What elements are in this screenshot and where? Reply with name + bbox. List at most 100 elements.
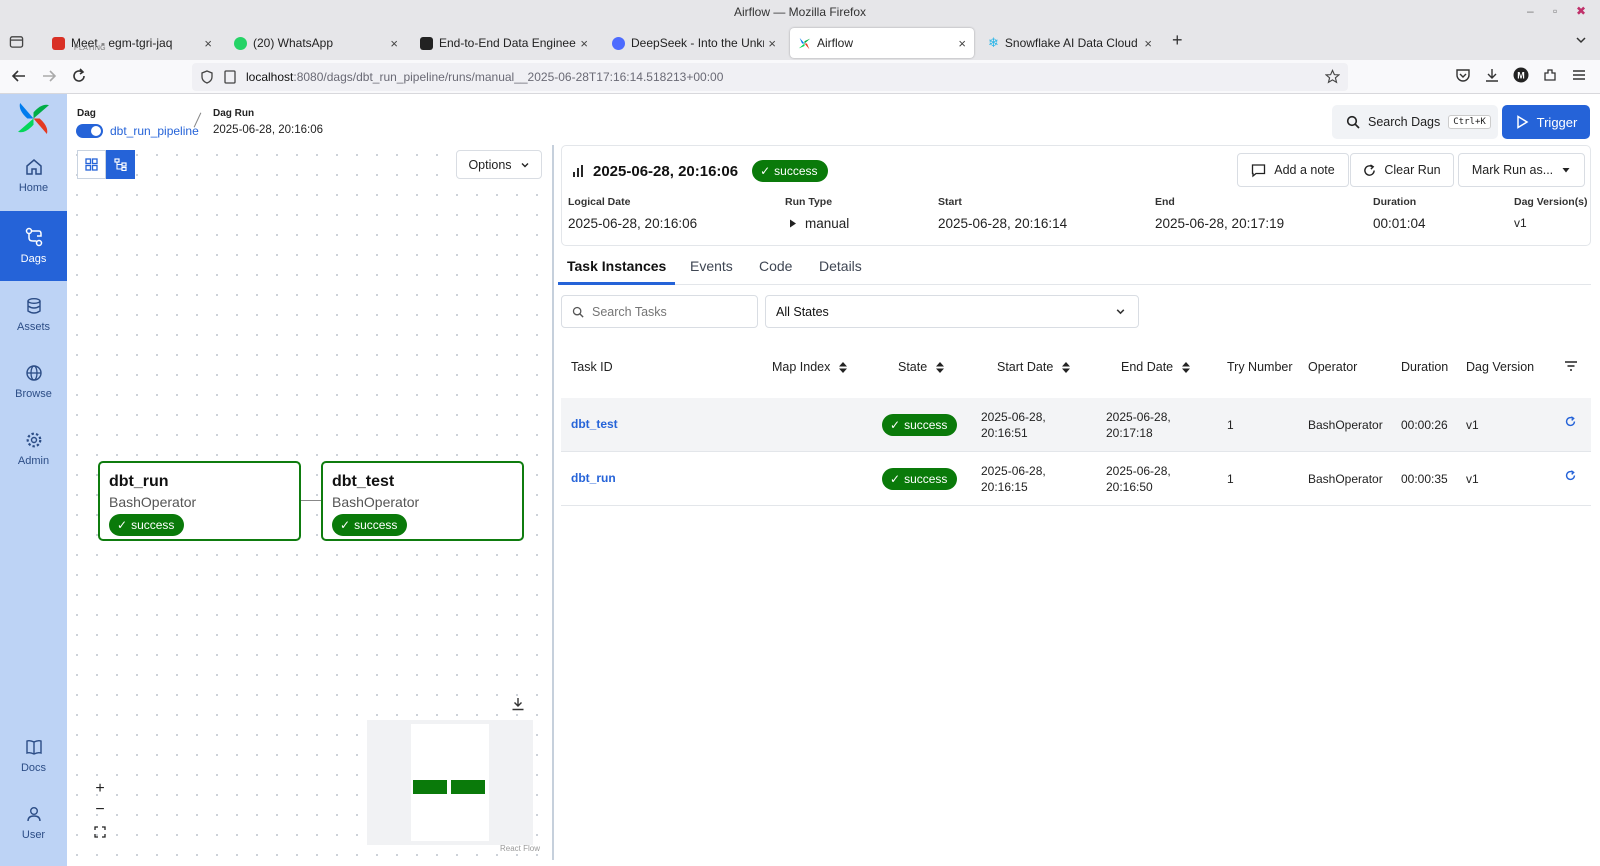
- column-header-task-id[interactable]: Task ID: [571, 360, 613, 374]
- close-tab-icon[interactable]: ×: [204, 36, 212, 51]
- column-header-dag-version[interactable]: Dag Version: [1466, 360, 1534, 374]
- add-note-button[interactable]: Add a note: [1237, 153, 1349, 187]
- url-host: localhost: [246, 70, 294, 84]
- check-icon: ✓: [340, 518, 351, 532]
- search-tasks-input[interactable]: [592, 304, 742, 319]
- sort-icon: [839, 361, 848, 373]
- react-flow-attribution[interactable]: React Flow: [500, 844, 540, 853]
- sidebar-item-admin[interactable]: Admin: [0, 417, 67, 481]
- page-info-icon[interactable]: [224, 70, 236, 84]
- table-row[interactable]: dbt_test ✓ success 2025-06-28, 20:16:51 2…: [561, 398, 1591, 452]
- forward-icon[interactable]: [40, 67, 60, 87]
- close-window-icon[interactable]: ✖: [1576, 4, 1586, 18]
- column-header-state[interactable]: State: [898, 360, 945, 374]
- sidebar-item-label: Dags: [20, 253, 47, 265]
- column-header-operator[interactable]: Operator: [1308, 360, 1357, 374]
- column-header-duration[interactable]: Duration: [1401, 360, 1448, 374]
- sidebar-item-home[interactable]: Home: [0, 144, 67, 208]
- restore-icon[interactable]: ▫: [1553, 4, 1557, 18]
- end-date-cell: 2025-06-28, 20:16:50: [1106, 464, 1171, 494]
- column-header-end-date[interactable]: End Date: [1121, 360, 1191, 374]
- search-tasks-field[interactable]: [561, 295, 758, 328]
- dag-version-cell: v1: [1466, 418, 1479, 432]
- clear-run-button[interactable]: Clear Run: [1350, 153, 1454, 187]
- close-tab-icon[interactable]: ×: [768, 36, 776, 51]
- bookmark-star-icon[interactable]: [1325, 69, 1340, 84]
- book-icon: [25, 738, 43, 756]
- close-tab-icon[interactable]: ×: [1144, 36, 1152, 51]
- graph-minimap[interactable]: [367, 720, 533, 845]
- sidebar-item-docs[interactable]: Docs: [0, 724, 67, 788]
- account-avatar-icon[interactable]: M: [1513, 67, 1533, 87]
- close-tab-icon[interactable]: ×: [580, 36, 588, 51]
- column-header-try-number[interactable]: Try Number: [1227, 360, 1293, 374]
- tab-events[interactable]: Events: [690, 258, 733, 285]
- column-header-start-date[interactable]: Start Date: [997, 360, 1071, 374]
- task-id-link[interactable]: dbt_test: [571, 417, 618, 431]
- fit-view-button[interactable]: [90, 822, 110, 842]
- sidebar-item-assets[interactable]: Assets: [0, 283, 67, 347]
- tab-code[interactable]: Code: [759, 258, 792, 285]
- shield-icon[interactable]: [200, 70, 214, 84]
- gear-icon: [25, 431, 43, 449]
- mark-run-as-button[interactable]: Mark Run as...: [1458, 153, 1585, 187]
- tab-task-instances[interactable]: Task Instances: [567, 258, 666, 285]
- zoom-out-button[interactable]: −: [90, 800, 110, 820]
- extensions-icon[interactable]: [1542, 67, 1562, 87]
- zoom-in-button[interactable]: +: [90, 779, 110, 799]
- downloads-icon[interactable]: [1484, 67, 1504, 87]
- minimap-node: [413, 780, 447, 794]
- dag-run-breadcrumb-value: 2025-06-28, 20:16:06: [213, 124, 323, 136]
- browser-tab-airflow[interactable]: Airflow ×: [790, 28, 974, 58]
- graph-node-dbt-run[interactable]: dbt_run BashOperator ✓ success: [98, 461, 301, 541]
- browser-tab-meet[interactable]: Meet - egm-tgri-jaq PLAYING ×: [44, 28, 220, 58]
- run-title: 2025-06-28, 20:16:06 ✓ success: [571, 160, 828, 182]
- pocket-icon[interactable]: [1455, 67, 1475, 87]
- duration-cell: 00:00:35: [1401, 472, 1448, 486]
- end-value: 2025-06-28, 20:17:19: [1155, 216, 1285, 231]
- dag-breadcrumb-link[interactable]: dbt_run_pipeline: [110, 124, 199, 138]
- list-tabs-icon[interactable]: [1575, 34, 1587, 46]
- graph-view-button[interactable]: [106, 150, 135, 179]
- column-header-map-index[interactable]: Map Index: [772, 360, 848, 374]
- url-bar[interactable]: localhost :8080/dags/dbt_run_pipeline/ru…: [192, 63, 1348, 91]
- trigger-button[interactable]: Trigger: [1502, 105, 1590, 139]
- app-menu-icon[interactable]: [1571, 67, 1591, 87]
- task-id-link[interactable]: dbt_run: [571, 471, 616, 485]
- browser-tab-data-engineering[interactable]: End-to-End Data Engineering ×: [412, 28, 596, 58]
- search-dags-button[interactable]: Search Dags Ctrl+K: [1332, 105, 1498, 139]
- sidebar-item-label: Browse: [15, 388, 52, 400]
- airflow-logo-icon[interactable]: [17, 102, 50, 135]
- dag-pause-toggle[interactable]: [76, 124, 103, 138]
- sidebar-item-user[interactable]: User: [0, 791, 67, 855]
- run-type-label: Run Type: [785, 196, 833, 208]
- browser-tab-whatsapp[interactable]: (20) WhatsApp ×: [226, 28, 406, 58]
- status-badge: ✓ success: [752, 160, 828, 182]
- column-filter-icon[interactable]: [1564, 360, 1578, 372]
- browser-tab-deepseek[interactable]: DeepSeek - Into the Unknow ×: [604, 28, 784, 58]
- status-badge: ✓ success: [109, 514, 185, 536]
- graph-node-dbt-test[interactable]: dbt_test BashOperator ✓ success: [321, 461, 524, 541]
- browser-tab-snowflake[interactable]: ❄ Snowflake AI Data Cloud ×: [980, 28, 1160, 58]
- minimap-viewport[interactable]: [411, 724, 489, 841]
- sidebar-item-browse[interactable]: Browse: [0, 350, 67, 414]
- download-graph-icon[interactable]: [511, 697, 527, 713]
- back-icon[interactable]: [10, 67, 30, 87]
- tab-overview-icon[interactable]: [9, 34, 24, 49]
- new-tab-icon[interactable]: +: [1172, 30, 1183, 51]
- grid-view-button[interactable]: [77, 150, 106, 179]
- close-tab-icon[interactable]: ×: [958, 36, 966, 51]
- status-badge: ✓ success: [882, 468, 958, 490]
- clear-task-icon[interactable]: [1565, 416, 1576, 427]
- home-icon: [25, 158, 43, 176]
- reload-icon[interactable]: [70, 67, 90, 87]
- table-row[interactable]: dbt_run ✓ success 2025-06-28, 20:16:15 20…: [561, 452, 1591, 506]
- state-filter-select[interactable]: All States: [765, 295, 1139, 328]
- panel-resize-handle[interactable]: [552, 145, 554, 860]
- graph-options-button[interactable]: Options: [456, 150, 542, 179]
- close-tab-icon[interactable]: ×: [390, 36, 398, 51]
- minimize-icon[interactable]: –: [1527, 4, 1534, 18]
- tab-details[interactable]: Details: [819, 258, 862, 285]
- sidebar-item-dags[interactable]: Dags: [0, 211, 67, 281]
- clear-task-icon[interactable]: [1565, 470, 1576, 481]
